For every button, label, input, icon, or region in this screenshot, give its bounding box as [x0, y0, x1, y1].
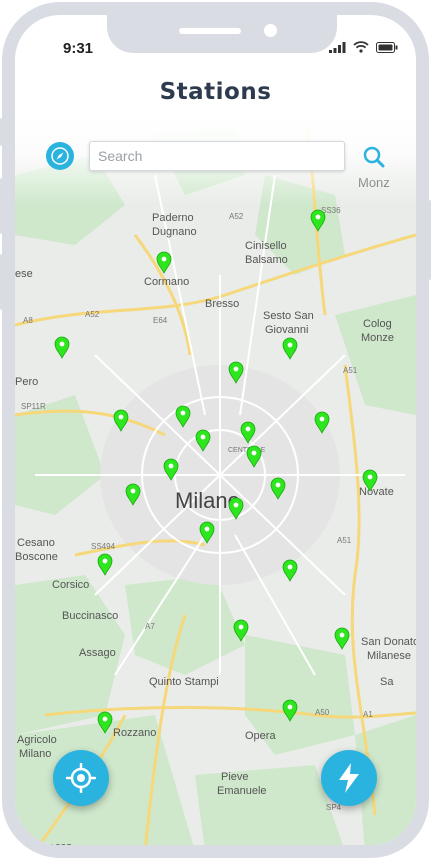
search-button[interactable]	[360, 143, 388, 171]
map-place-label: E64	[153, 316, 168, 325]
map-place-label: Assago	[79, 647, 116, 659]
lightning-bolt-icon	[339, 763, 359, 793]
search-bar	[15, 141, 416, 175]
status-icons	[329, 41, 398, 53]
map-place-label: Corsico	[52, 579, 89, 591]
compass-icon	[51, 147, 69, 165]
signal-icon	[329, 41, 346, 53]
map-place-label: A51	[343, 366, 358, 375]
wifi-icon	[353, 41, 369, 53]
map-place-label: A50	[315, 708, 330, 717]
map-place-label: A51	[337, 536, 352, 545]
map-place-label: Giovanni	[265, 324, 308, 336]
map-place-label: A7	[145, 622, 155, 631]
map-place-label: SS494	[91, 542, 116, 551]
map-place-label: San Donato	[361, 636, 416, 648]
status-bar: 9:31	[15, 15, 416, 75]
map-place-label: Boscone	[15, 551, 58, 563]
map-place-label: Milanese	[367, 650, 411, 662]
map-place-label: Pieve	[221, 771, 249, 783]
map-place-label: A1	[363, 710, 373, 719]
map-place-label: Binasco	[33, 841, 72, 851]
front-camera	[264, 24, 277, 37]
crosshair-icon	[66, 763, 96, 793]
map-view[interactable]: MonzSS36PadernoDugnanoA52CiniselloBalsam…	[15, 115, 416, 851]
phone-frame: MonzSS36PadernoDugnanoA52CiniselloBalsam…	[2, 2, 429, 858]
map-place-label: Sa	[380, 676, 394, 688]
map-place-label: Cinisello	[245, 240, 287, 252]
map-place-label: A8	[23, 316, 33, 325]
map-place-label: Balsamo	[245, 254, 288, 266]
map-place-label: A52	[85, 310, 100, 319]
map-place-label: Monze	[361, 332, 394, 344]
map-place-label: Colog	[363, 318, 392, 330]
map-place-label: Cesano	[17, 537, 55, 549]
map-place-label: Opera	[245, 730, 276, 742]
map-place-label: Buccinasco	[62, 610, 118, 622]
map-place-label: Novate	[359, 486, 394, 498]
locate-me-button[interactable]	[53, 750, 109, 806]
map-place-label: Agricolo	[17, 734, 57, 746]
map-place-label: Cormano	[144, 276, 189, 288]
battery-icon	[376, 41, 398, 53]
map-place-label: ese	[15, 268, 33, 280]
map-place-label: Paderno	[152, 212, 194, 224]
map-place-label: Rozzano	[113, 727, 156, 739]
map-place-label: Bresso	[205, 298, 239, 310]
status-time: 9:31	[63, 40, 94, 57]
map-place-label: Quinto Stampi	[149, 676, 219, 688]
charge-button[interactable]	[321, 750, 377, 806]
map-place-label: Pero	[15, 376, 38, 388]
map-place-label: Dugnano	[152, 226, 197, 238]
map-place-label: Emanuele	[217, 785, 267, 797]
map-place-label: Milano	[19, 748, 51, 760]
map-canvas[interactable]: MonzSS36PadernoDugnanoA52CiniselloBalsam…	[15, 115, 416, 851]
page-title: Stations	[159, 79, 272, 105]
map-place-label: Sesto San	[263, 310, 314, 322]
compass-button[interactable]	[46, 142, 74, 170]
phone-notch	[107, 15, 337, 53]
speaker-grille	[179, 28, 241, 34]
map-place-label: SP11R	[21, 402, 46, 411]
search-icon	[363, 146, 385, 168]
map-place-label: A52	[229, 212, 244, 221]
search-input[interactable]	[89, 141, 345, 171]
